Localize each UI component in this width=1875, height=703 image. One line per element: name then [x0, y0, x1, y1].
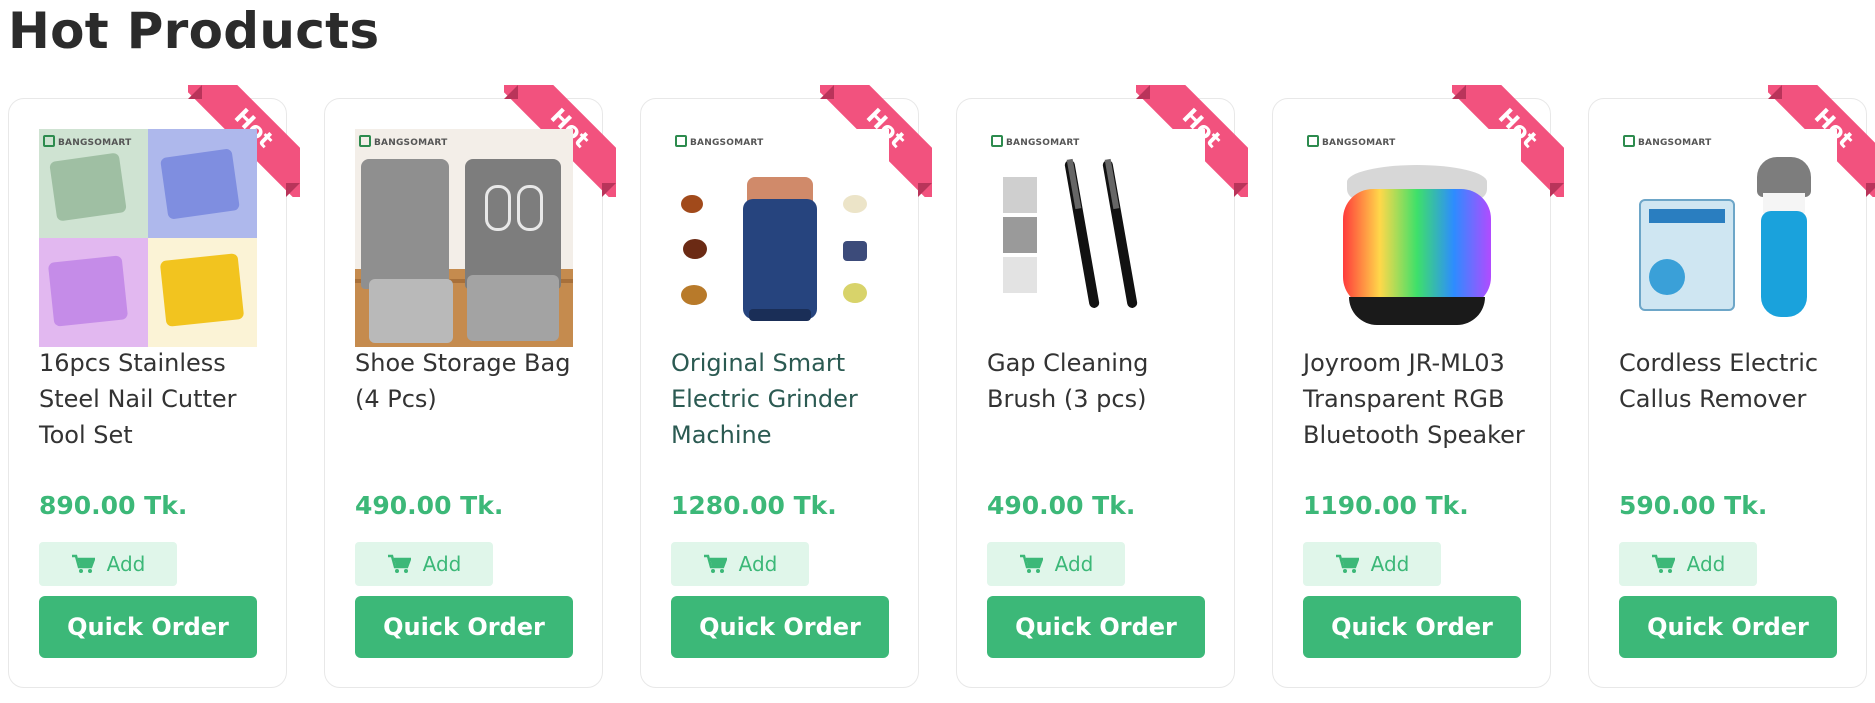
- shopping-cart-icon: [1019, 554, 1043, 573]
- quick-order-button[interactable]: Quick Order: [39, 596, 257, 658]
- product-title[interactable]: Shoe Storage Bag (4 Pcs): [355, 345, 583, 417]
- add-to-cart-button[interactable]: Add: [355, 542, 493, 586]
- hot-products-grid: Hot BANGSOMART 16pcs Stainless Steel Nai…: [8, 85, 1875, 690]
- add-button-label: Add: [1686, 552, 1726, 576]
- product-title[interactable]: Cordless Electric Callus Remover: [1619, 345, 1847, 417]
- product-title[interactable]: Gap Cleaning Brush (3 pcs): [987, 345, 1215, 417]
- brand-logo: BANGSOMART: [1307, 135, 1395, 148]
- shopping-cart-icon: [1651, 554, 1675, 573]
- add-button-label: Add: [1054, 552, 1094, 576]
- shopping-cart-icon: [1335, 554, 1359, 573]
- add-button-label: Add: [422, 552, 462, 576]
- add-button-label: Add: [738, 552, 778, 576]
- shopping-cart-icon: [387, 554, 411, 573]
- product-image[interactable]: BANGSOMART: [1303, 129, 1521, 347]
- product-title[interactable]: 16pcs Stainless Steel Nail Cutter Tool S…: [39, 345, 267, 453]
- product-card[interactable]: Hot BANGSOMART 16pcs Stainless Steel Nai…: [8, 85, 300, 688]
- quick-order-button[interactable]: Quick Order: [671, 596, 889, 658]
- section-title: Hot Products: [8, 2, 380, 60]
- shopping-cart-icon: [703, 554, 727, 573]
- add-button-label: Add: [1370, 552, 1410, 576]
- product-image[interactable]: BANGSOMART: [39, 129, 257, 347]
- product-card[interactable]: Hot BANGSOMART Cordless Electric Callus …: [1588, 85, 1875, 688]
- product-image[interactable]: BANGSOMART: [355, 129, 573, 347]
- product-title[interactable]: Joyroom JR-ML03 Transparent RGB Bluetoot…: [1303, 345, 1531, 453]
- add-button-label: Add: [106, 552, 146, 576]
- product-image[interactable]: BANGSOMART: [671, 129, 889, 347]
- add-to-cart-button[interactable]: Add: [1303, 542, 1441, 586]
- add-to-cart-button[interactable]: Add: [671, 542, 809, 586]
- product-image[interactable]: BANGSOMART: [987, 129, 1205, 347]
- product-card[interactable]: Hot BANGSOMART Joyroom JR-ML03 Transpare…: [1272, 85, 1564, 688]
- quick-order-button[interactable]: Quick Order: [355, 596, 573, 658]
- brand-logo: BANGSOMART: [43, 135, 131, 148]
- quick-order-button[interactable]: Quick Order: [987, 596, 1205, 658]
- product-title[interactable]: Original Smart Electric Grinder Machine: [671, 345, 899, 453]
- add-to-cart-button[interactable]: Add: [39, 542, 177, 586]
- quick-order-button[interactable]: Quick Order: [1303, 596, 1521, 658]
- add-to-cart-button[interactable]: Add: [1619, 542, 1757, 586]
- product-price: 490.00 Tk.: [987, 491, 1136, 520]
- product-price: 590.00 Tk.: [1619, 491, 1768, 520]
- brand-logo: BANGSOMART: [359, 135, 447, 148]
- product-price: 890.00 Tk.: [39, 491, 188, 520]
- brand-logo: BANGSOMART: [675, 135, 763, 148]
- product-price: 1280.00 Tk.: [671, 491, 837, 520]
- add-to-cart-button[interactable]: Add: [987, 542, 1125, 586]
- product-image[interactable]: BANGSOMART: [1619, 129, 1837, 347]
- shopping-cart-icon: [71, 554, 95, 573]
- brand-logo: BANGSOMART: [1623, 135, 1711, 148]
- product-card[interactable]: Hot BANGSOMART Gap Cleaning Brush (3 pcs…: [956, 85, 1248, 688]
- product-price: 490.00 Tk.: [355, 491, 504, 520]
- brand-logo: BANGSOMART: [991, 135, 1079, 148]
- product-price: 1190.00 Tk.: [1303, 491, 1469, 520]
- quick-order-button[interactable]: Quick Order: [1619, 596, 1837, 658]
- product-card[interactable]: Hot BANGSOMART Shoe Storage Bag (4 Pcs) …: [324, 85, 616, 688]
- product-card[interactable]: Hot BANGSOMART Original Smart Electric G…: [640, 85, 932, 688]
